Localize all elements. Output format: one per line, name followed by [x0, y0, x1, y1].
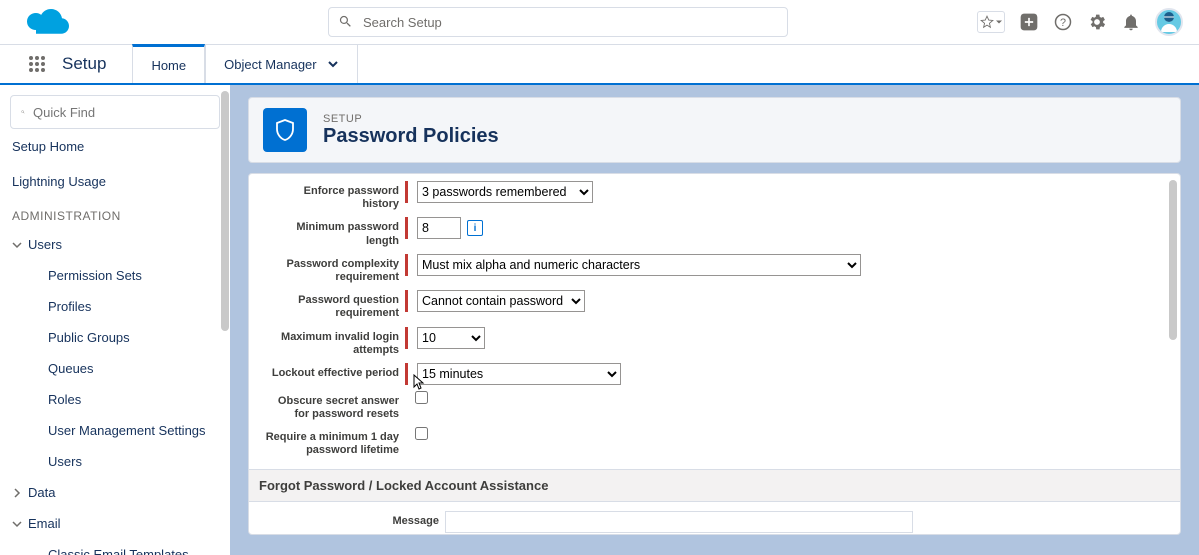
sidebar-sub-profiles[interactable]: Profiles [10, 291, 220, 322]
sidebar-item-label: Users [28, 237, 62, 252]
sidebar-item-email[interactable]: Email [10, 508, 220, 539]
label-enforce-history: Enforce password history [265, 181, 405, 211]
tab-home[interactable]: Home [132, 44, 205, 83]
sidebar-sub-classic-email[interactable]: Classic Email Templates [10, 539, 220, 555]
app-title: Setup [62, 54, 106, 74]
cursor-icon [413, 374, 425, 390]
shield-icon [263, 108, 307, 152]
sidebar-sub-user-mgmt[interactable]: User Management Settings [10, 415, 220, 446]
sidebar-sub-roles[interactable]: Roles [10, 384, 220, 415]
page-header: SETUP Password Policies [248, 97, 1181, 163]
search-icon [21, 105, 25, 119]
search-icon [338, 14, 353, 29]
select-complexity[interactable]: Must mix alpha and numeric characters [417, 254, 861, 276]
help-icon[interactable]: ? [1053, 12, 1073, 32]
global-header: ? [0, 0, 1199, 45]
quick-find-input[interactable] [33, 105, 209, 120]
global-search [328, 7, 788, 37]
sidebar-item-label: Email [28, 516, 61, 531]
page-title: Password Policies [323, 125, 499, 148]
tab-object-manager[interactable]: Object Manager [205, 45, 358, 83]
chevron-down-icon [12, 240, 22, 250]
sidebar-sub-permission-sets[interactable]: Permission Sets [10, 260, 220, 291]
bell-icon[interactable] [1121, 12, 1141, 32]
select-enforce-history[interactable]: 3 passwords remembered [417, 181, 593, 203]
sidebar-sub-queues[interactable]: Queues [10, 353, 220, 384]
quick-find [10, 95, 220, 129]
settings-panel: Enforce password history 3 passwords rem… [248, 173, 1181, 535]
add-icon[interactable] [1019, 12, 1039, 32]
sidebar-scrollbar[interactable] [220, 85, 230, 555]
sidebar-item-data[interactable]: Data [10, 477, 220, 508]
app-launcher-icon[interactable] [28, 55, 46, 73]
required-indicator [405, 254, 408, 276]
info-icon[interactable]: i [467, 220, 483, 236]
sidebar-sub-users[interactable]: Users [10, 446, 220, 477]
required-indicator [405, 217, 408, 239]
tab-label: Object Manager [224, 57, 317, 72]
checkbox-obscure[interactable] [415, 391, 428, 404]
required-indicator [405, 327, 408, 349]
gear-icon[interactable] [1087, 12, 1107, 32]
sidebar-section-admin: ADMINISTRATION [10, 199, 220, 229]
header-actions: ? [977, 8, 1199, 36]
label-min-length: Minimum password length [265, 217, 405, 247]
label-require-min-day: Require a minimum 1 day password lifetim… [265, 427, 405, 457]
sidebar-lightning-usage[interactable]: Lightning Usage [10, 164, 220, 199]
sidebar-setup-home[interactable]: Setup Home [10, 129, 220, 164]
chevron-right-icon [12, 488, 22, 498]
required-indicator [405, 363, 408, 385]
svg-text:?: ? [1060, 17, 1066, 29]
avatar[interactable] [1155, 8, 1183, 36]
sidebar-item-label: Data [28, 485, 55, 500]
label-question: Password question requirement [265, 290, 405, 320]
tab-label: Home [151, 58, 186, 73]
page-eyebrow: SETUP [323, 113, 499, 125]
label-max-invalid: Maximum invalid login attempts [265, 327, 405, 357]
required-indicator [405, 290, 408, 312]
label-complexity: Password complexity requirement [265, 254, 405, 284]
app-navigation: Setup Home Object Manager [0, 45, 1199, 85]
select-question[interactable]: Cannot contain password [417, 290, 585, 312]
required-indicator [405, 181, 408, 203]
sidebar-item-users[interactable]: Users [10, 229, 220, 260]
main-content: SETUP Password Policies Enforce password… [230, 85, 1199, 555]
select-max-invalid[interactable]: 10 [417, 327, 485, 349]
search-input[interactable] [328, 7, 788, 37]
label-lockout: Lockout effective period [265, 363, 405, 380]
sidebar: Setup Home Lightning Usage ADMINISTRATIO… [0, 85, 230, 555]
favorites-button[interactable] [977, 11, 1005, 33]
panel-scrollbar[interactable] [1169, 180, 1177, 340]
chevron-down-icon [12, 519, 22, 529]
select-lockout[interactable]: 15 minutes [417, 363, 621, 385]
checkbox-require-min-day[interactable] [415, 427, 428, 440]
salesforce-logo[interactable] [18, 2, 78, 42]
section-forgot-password: Forgot Password / Locked Account Assista… [249, 469, 1180, 502]
input-message[interactable] [445, 511, 913, 533]
label-message: Message [265, 511, 445, 528]
sidebar-sub-public-groups[interactable]: Public Groups [10, 322, 220, 353]
input-min-length[interactable] [417, 217, 461, 239]
chevron-down-icon [327, 58, 339, 70]
label-obscure: Obscure secret answer for password reset… [265, 391, 405, 421]
